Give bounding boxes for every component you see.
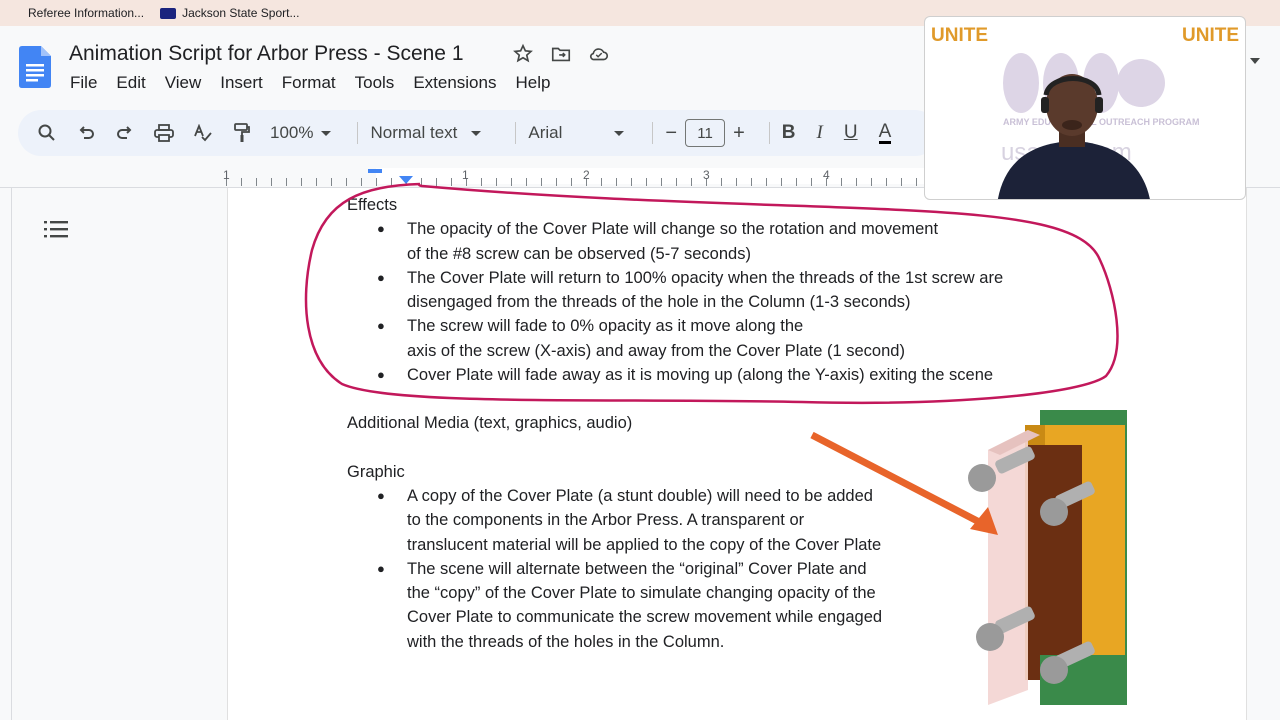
bookmark-referee[interactable]: Referee Information... [28,6,144,20]
google-docs-logo-icon[interactable] [19,46,51,88]
document-outline-icon[interactable] [44,219,68,239]
spellcheck-icon[interactable] [192,122,214,144]
toolbar-divider [357,122,359,144]
toolbar-divider [515,122,517,144]
left-ruler [0,188,12,720]
cloud-saved-icon[interactable] [588,43,610,65]
collapse-chevron-icon[interactable] [1250,58,1260,64]
unite-logo: UNITE [931,25,988,46]
decrease-font-size-button[interactable]: − [665,122,677,145]
style-value: Normal text [370,123,458,142]
bookmark-favicon-icon [160,7,177,19]
search-icon[interactable] [36,122,58,144]
menu-tools[interactable]: Tools [355,73,395,93]
menu-insert[interactable]: Insert [220,73,263,93]
font-size-input[interactable]: 11 [685,119,726,147]
text-color-button[interactable]: A [878,122,892,144]
style-select[interactable]: Normal text [370,123,482,143]
menu-edit[interactable]: Edit [116,73,145,93]
chevron-down-icon [614,130,625,136]
font-value: Arial [528,123,563,142]
redo-icon[interactable] [114,122,136,144]
paint-format-icon[interactable] [231,122,253,144]
menu-help[interactable]: Help [515,73,550,93]
arrow-icon [810,431,987,529]
menu-bar: File Edit View Insert Format Tools Exten… [70,73,550,93]
presenter-avatar [998,74,1150,199]
toolbar-divider [652,122,654,144]
italic-button[interactable]: I [817,122,823,144]
bold-button[interactable]: B [782,122,796,144]
menu-extensions[interactable]: Extensions [413,73,496,93]
increase-font-size-button[interactable]: + [733,122,745,145]
toolbar-divider [768,122,770,144]
ruler-mark: 1 [223,168,230,182]
chevron-down-icon [321,130,332,136]
move-to-folder-icon[interactable] [550,43,572,65]
unite-logo: UNITE [1182,25,1239,46]
cover-plate-illustration [810,410,1127,705]
document-title[interactable]: Animation Script for Arbor Press - Scene… [69,42,464,66]
menu-file[interactable]: File [70,73,97,93]
menu-format[interactable]: Format [282,73,336,93]
menu-view[interactable]: View [165,73,202,93]
webcam-overlay: UNITE UNITE ARMY EDUCATIONAL OUTREACH PR… [924,16,1246,200]
bookmark-jackson-label: Jackson State Sport... [182,6,300,20]
star-icon[interactable] [512,43,534,65]
underline-button[interactable]: U [844,122,858,144]
zoom-select[interactable]: 100% [270,123,332,143]
undo-icon[interactable] [75,122,97,144]
bookmark-jackson-state[interactable]: Jackson State Sport... [160,6,299,20]
print-icon[interactable] [153,122,175,144]
chevron-down-icon [471,130,482,136]
toolbar: 100% Normal text Arial − 11 + B I U A [18,110,938,156]
annotation-circle [304,182,1119,405]
bookmark-referee-label: Referee Information... [28,6,145,20]
font-select[interactable]: Arial [528,123,625,143]
zoom-value: 100% [270,123,314,142]
first-line-indent-handle-icon[interactable] [368,168,384,174]
